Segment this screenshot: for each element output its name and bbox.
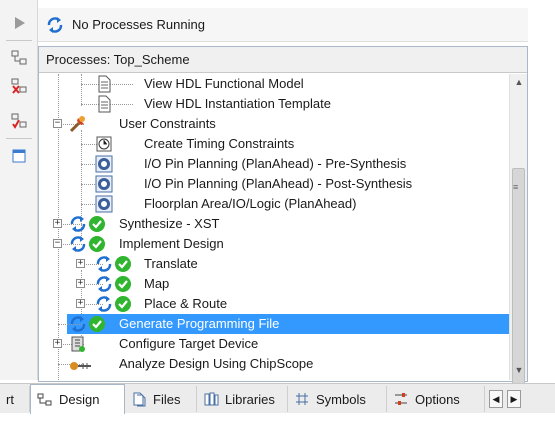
vertical-scrollbar[interactable]: ▲ ≡ ▼ <box>509 74 527 398</box>
tree-item-view-hdl-instantiation-template[interactable]: View HDL Instantiation Template <box>39 94 509 114</box>
process-ok-icon <box>69 235 105 253</box>
process-ok-icon <box>95 275 131 293</box>
tab-scroll-right-button[interactable]: ▶ <box>507 390 521 408</box>
tree-item-view-hdl-functional-model[interactable]: View HDL Functional Model <box>39 74 509 94</box>
tree-item-label: Place & Route <box>144 296 228 311</box>
panel-title: Processes: Top_Scheme <box>39 47 527 73</box>
device-config-icon <box>69 335 87 353</box>
tab-label: Symbols <box>316 391 366 407</box>
options-icon <box>393 391 409 407</box>
libraries-icon <box>203 391 219 407</box>
symbols-icon <box>294 391 310 407</box>
process-ok-icon <box>95 295 131 313</box>
process-ok-icon <box>95 255 131 273</box>
expand-icon[interactable]: + <box>76 279 85 288</box>
left-toolbar <box>0 0 38 380</box>
tree-item-i-o-pin-planning-planahead-post-synthesis[interactable]: I/O Pin Planning (PlanAhead) - Post-Synt… <box>39 174 509 194</box>
tree-item-floorplan-area-io-logic-planahead[interactable]: Floorplan Area/IO/Logic (PlanAhead) <box>39 194 509 214</box>
tree-item-label: User Constraints <box>119 116 216 131</box>
refresh-icon <box>47 16 63 33</box>
rerun-all-icon <box>11 113 27 129</box>
tree-item-translate[interactable]: + Translate <box>39 254 509 274</box>
constraints-tool-icon <box>69 115 87 133</box>
tab-label: rt <box>6 391 14 407</box>
scroll-down-arrow-icon[interactable]: ▼ <box>513 364 525 376</box>
tree-item-map[interactable]: + Map <box>39 274 509 294</box>
tab-label: Libraries <box>225 391 275 407</box>
run-process-button[interactable] <box>9 13 29 33</box>
tab-label: Design <box>59 392 100 407</box>
process-status-bar: No Processes Running <box>38 8 528 42</box>
processes-panel: Processes: Top_Scheme View HDL Functiona… <box>38 46 528 398</box>
rerun-button[interactable] <box>9 48 29 68</box>
tree-item-create-timing-constraints[interactable]: Create Timing Constraints <box>39 134 509 154</box>
tree-item-label: Generate Programming File <box>119 316 280 331</box>
collapse-icon[interactable]: − <box>53 119 62 128</box>
properties-button[interactable] <box>9 146 29 166</box>
play-icon <box>15 17 25 29</box>
stop-process-button[interactable] <box>9 76 29 96</box>
collapse-icon[interactable]: − <box>53 239 62 248</box>
tree-item-label: Floorplan Area/IO/Logic (PlanAhead) <box>144 196 357 211</box>
process-ok-icon <box>69 215 105 233</box>
process-tree: View HDL Functional Model View HDL Instan… <box>39 74 509 380</box>
tab-label: Options <box>415 391 460 407</box>
tree-item-label: Configure Target Device <box>119 336 259 351</box>
tree-item-label: I/O Pin Planning (PlanAhead) - Post-Synt… <box>144 176 413 191</box>
stop-icon <box>11 78 27 94</box>
tree-item-label: Create Timing Constraints <box>144 136 295 151</box>
timing-clock-icon <box>95 135 113 153</box>
tree-item-label: Translate <box>144 256 198 271</box>
tab-libraries[interactable]: Libraries <box>197 386 288 412</box>
tree-item-generate-programming-file[interactable]: Generate Programming File <box>39 314 509 334</box>
tab-symbols[interactable]: Symbols <box>288 386 387 412</box>
tree-item-label: View HDL Instantiation Template <box>144 96 331 111</box>
design-hierarchy-icon <box>37 392 53 408</box>
scroll-grip-icon: ≡ <box>513 182 519 192</box>
tab-scroll-left-button[interactable]: ◀ <box>489 390 503 408</box>
rerun-all-button[interactable] <box>9 111 29 131</box>
expand-icon[interactable]: + <box>76 259 85 268</box>
rerun-icon <box>11 50 27 65</box>
expand-icon[interactable]: + <box>76 299 85 308</box>
bottom-tab-bar: ◀ ▶ rt Design Files Libraries Symbols Options <box>0 383 555 414</box>
tree-item-label: Analyze Design Using ChipScope <box>119 356 314 371</box>
tab-design[interactable]: Design <box>30 384 125 414</box>
planahead-icon <box>95 175 113 193</box>
planahead-icon <box>95 195 113 213</box>
tab-options[interactable]: Options <box>387 386 485 412</box>
tree-item-label: Map <box>144 276 170 291</box>
tree-item-place-route[interactable]: + Place & Route <box>39 294 509 314</box>
expand-icon[interactable]: + <box>53 219 62 228</box>
tree-item-label: Synthesize - XST <box>119 216 220 231</box>
tree-item-label: View HDL Functional Model <box>144 76 304 91</box>
expand-icon[interactable]: + <box>53 339 62 348</box>
tree-item-implement-design[interactable]: − Implement Design <box>39 234 509 254</box>
tab-rt[interactable]: rt <box>0 386 30 412</box>
toolbar-separator <box>6 138 32 139</box>
tree-item-synthesize-xst[interactable]: + Synthesize - XST <box>39 214 509 234</box>
process-ok-icon <box>69 315 105 333</box>
files-icon <box>131 391 147 407</box>
panel-icon <box>12 149 26 163</box>
tree-item-configure-target-device[interactable]: + Configure Target Device <box>39 334 509 354</box>
document-icon <box>95 75 113 93</box>
scroll-up-arrow-icon[interactable]: ▲ <box>513 76 525 88</box>
tree-item-user-constraints[interactable]: − User Constraints <box>39 114 509 134</box>
planahead-icon <box>95 155 113 173</box>
tree-item-analyze-design-using-chipscope[interactable]: Analyze Design Using ChipScope <box>39 354 509 374</box>
document-icon <box>95 95 113 113</box>
chipscope-probe-icon <box>69 355 91 373</box>
tree-item-label: Implement Design <box>119 236 224 251</box>
status-text: No Processes Running <box>72 17 205 32</box>
tree-item-label: I/O Pin Planning (PlanAhead) - Pre-Synth… <box>144 156 407 171</box>
tree-item-i-o-pin-planning-planahead-pre-synthesis[interactable]: I/O Pin Planning (PlanAhead) - Pre-Synth… <box>39 154 509 174</box>
tab-label: Files <box>153 391 181 407</box>
toolbar-separator <box>6 40 32 41</box>
tab-files[interactable]: Files <box>125 386 197 412</box>
